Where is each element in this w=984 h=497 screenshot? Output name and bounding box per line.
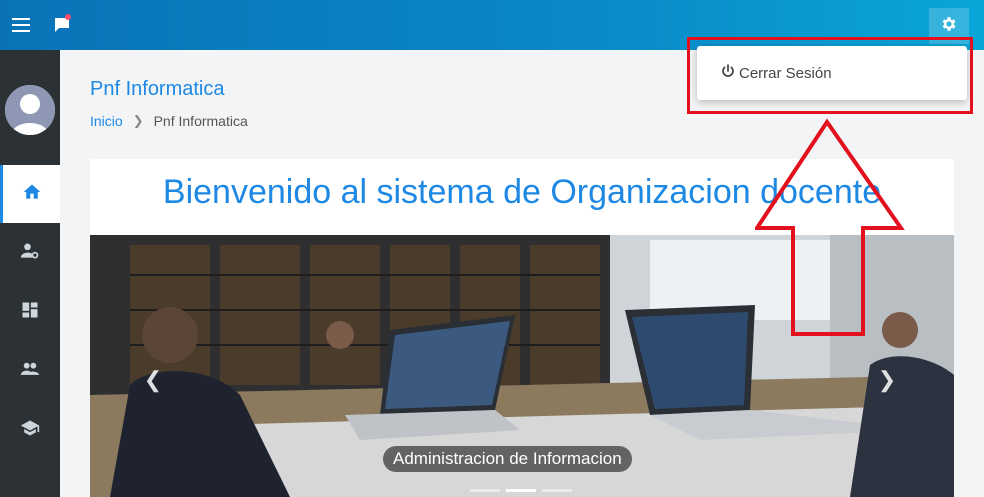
carousel-caption: Administracion de Informacion bbox=[383, 446, 632, 472]
user-settings-icon bbox=[20, 241, 40, 266]
notification-dot bbox=[65, 14, 71, 20]
settings-dropdown: Cerrar Sesión bbox=[697, 46, 967, 100]
carousel-indicator-3[interactable] bbox=[542, 489, 572, 492]
welcome-heading: Bienvenido al sistema de Organizacion do… bbox=[162, 173, 882, 211]
gear-icon bbox=[940, 15, 958, 38]
avatar[interactable] bbox=[5, 85, 55, 135]
top-navbar bbox=[0, 0, 984, 50]
home-icon bbox=[22, 182, 42, 207]
breadcrumb-home-link[interactable]: Inicio bbox=[90, 113, 123, 129]
logout-button[interactable]: Cerrar Sesión bbox=[721, 64, 832, 82]
sidebar-item-dashboard[interactable] bbox=[0, 283, 60, 341]
hamburger-menu-icon[interactable] bbox=[9, 13, 33, 37]
sidebar bbox=[0, 50, 60, 497]
sidebar-item-user-settings[interactable] bbox=[0, 224, 60, 282]
carousel-indicators bbox=[470, 489, 572, 492]
carousel-prev-button[interactable]: ❮ bbox=[138, 365, 168, 395]
breadcrumb-separator-icon: ❯ bbox=[132, 113, 144, 128]
carousel-indicator-1[interactable] bbox=[470, 489, 500, 492]
breadcrumb-current: Pnf Informatica bbox=[153, 113, 248, 129]
settings-button[interactable] bbox=[929, 8, 969, 44]
sidebar-item-people[interactable] bbox=[0, 342, 60, 400]
logout-label: Cerrar Sesión bbox=[739, 64, 832, 82]
dashboard-icon bbox=[20, 300, 40, 325]
carousel-indicator-2[interactable] bbox=[506, 489, 536, 492]
sidebar-item-home[interactable] bbox=[0, 165, 60, 223]
sidebar-item-courses[interactable] bbox=[0, 401, 60, 459]
carousel-next-button[interactable]: ❯ bbox=[872, 365, 902, 395]
page-title: Pnf Informatica bbox=[90, 78, 225, 100]
graduation-cap-icon bbox=[20, 418, 40, 443]
people-icon bbox=[20, 359, 40, 384]
power-icon bbox=[721, 64, 735, 82]
breadcrumb: Inicio ❯ Pnf Informatica bbox=[90, 113, 248, 129]
image-carousel: ❮ ❯ Administracion de Informacion bbox=[90, 235, 954, 497]
